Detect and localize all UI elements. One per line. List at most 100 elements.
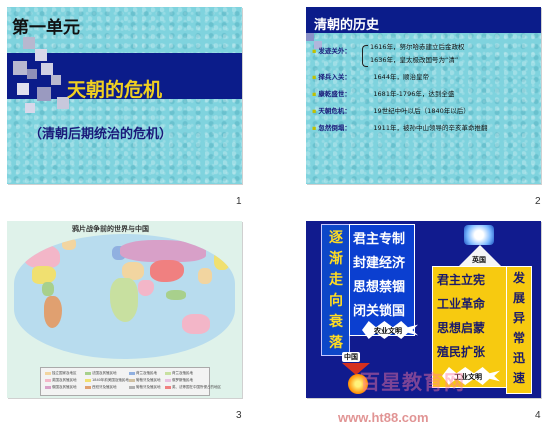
map-region (42, 282, 54, 296)
row-label: 天朝危机： (318, 107, 351, 115)
slide-thumbnail-1[interactable]: 第一单元 天朝的危机 （清朝后期统治的危机） (7, 7, 242, 184)
legend-swatch (165, 378, 171, 382)
row-detail: 1911年，被孙中山领导的辛亥革命推翻 (373, 124, 488, 132)
row-label: 忽然倒塌： (318, 124, 351, 132)
decline-box: 逐 渐 走 向 衰 落 (321, 224, 350, 356)
legend-item: 荷兰及殖民地 (129, 371, 157, 376)
glow-icon (464, 225, 494, 245)
map-region (198, 268, 212, 284)
decor-square (27, 69, 37, 79)
history-row: ▪ 择兵入关： 1644年，顺治皇帝 (312, 71, 429, 81)
decor-square (23, 37, 35, 49)
china-feature: 思想禁锢 (353, 280, 406, 295)
row-label: 康乾盛世： (318, 90, 351, 98)
legend-item: 英国及其殖民地 (45, 378, 77, 383)
legend-item: 俄国及其殖民地 (45, 385, 77, 390)
slide-thumbnail-2[interactable]: 清朝的历史 ▪ 发迹关外： 1616年，努尔哈赤建立后金政权 1636年，皇太极改… (306, 7, 541, 184)
decor-square (41, 63, 53, 75)
slide-number: 3 (236, 410, 242, 421)
legend-item: 英、法等国在中国所侵占的地区 (165, 385, 221, 390)
legend-label: 独立国家及地区 (52, 371, 77, 375)
slide-number: 1 (236, 196, 242, 207)
decor-square (35, 49, 47, 61)
legend-label: 葡萄牙及殖民地 (136, 378, 161, 382)
legend-swatch (129, 385, 135, 389)
china-feature: 封建经济 (353, 256, 406, 271)
china-features-box: 君主专制 封建经济 思想禁锢 闭关锁国 (349, 224, 415, 336)
vertical-char: 异 (512, 311, 525, 325)
map-region (32, 266, 56, 284)
map-region (166, 290, 186, 300)
world-map (14, 234, 235, 359)
vertical-char: 常 (512, 331, 525, 345)
legend-swatch (45, 371, 51, 375)
legend-item: 俄罗斯殖民地 (165, 378, 193, 383)
legend-swatch (45, 385, 51, 389)
watermark-url: www.ht88.com (338, 410, 429, 425)
legend-label: 荷兰及殖民地 (136, 371, 157, 375)
vertical-char: 展 (512, 291, 525, 305)
vertical-char: 速 (512, 371, 525, 385)
map-region (110, 278, 138, 322)
map-region (138, 280, 154, 296)
watermark-logo: 百星教育网 (360, 370, 465, 394)
map-region (44, 296, 62, 328)
legend-item: 独立国家及地区 (45, 371, 77, 376)
map-region (182, 314, 210, 334)
row-detail: 1681年-1796年，达到全盛 (373, 90, 455, 98)
legend-item: 1840年前美国及殖民地 (85, 378, 129, 383)
legend-label: 葡萄牙及殖民地 (136, 385, 161, 389)
legend-swatch (165, 371, 171, 375)
britain-feature: 工业革命 (437, 297, 486, 311)
legend-item: 荷兰及殖民地 (165, 371, 193, 376)
britain-feature: 君主立宪 (437, 273, 486, 287)
slide-1-title: 第一单元 (12, 18, 80, 38)
decor-square (17, 83, 29, 95)
row-detail: 1616年，努尔哈赤建立后金政权 (370, 43, 465, 51)
legend-item: 葡萄牙及殖民地 (129, 385, 161, 390)
china-feature: 君主专制 (353, 232, 406, 247)
legend-item: 西班牙及殖民地 (85, 385, 117, 390)
vertical-char: 衰 (329, 314, 343, 330)
map-title: 鸦片战争前的世界与中国 (72, 225, 149, 233)
history-row: ▪ 忽然倒塌： 1911年，被孙中山领导的辛亥革命推翻 (312, 122, 487, 132)
agricultural-civilization-label: 农业文明 (374, 327, 402, 335)
china-feature: 闭关锁国 (353, 304, 406, 319)
decor-square (25, 103, 35, 113)
britain-feature: 思想启蒙 (437, 321, 486, 335)
decor-square (13, 61, 27, 75)
map-region (214, 250, 230, 270)
britain-label: 英国 (472, 256, 486, 264)
legend-swatch (85, 378, 91, 382)
slide-1-main-title: 天朝的危机 (67, 79, 163, 101)
legend-swatch (45, 378, 51, 382)
vertical-char: 渐 (329, 251, 343, 267)
legend-label: 俄国及其殖民地 (52, 385, 77, 389)
slide-2-title: 清朝的历史 (314, 18, 380, 33)
rapid-development-box: 发 展 异 常 迅 速 (506, 266, 532, 394)
legend-label: 法国及其殖民地 (92, 371, 117, 375)
map-region (24, 244, 60, 268)
history-row: ▪ 康乾盛世： 1681年-1796年，达到全盛 (312, 88, 454, 98)
legend-swatch (129, 378, 135, 382)
row-detail: 1636年，皇太极改国号为“清” (370, 56, 459, 64)
vertical-char: 向 (329, 293, 343, 309)
bullet-icon: ▪ (312, 107, 317, 115)
vertical-char: 落 (329, 335, 343, 351)
bullet-icon: ▪ (312, 47, 317, 55)
map-legend: 独立国家及地区 英国及其殖民地 俄国及其殖民地 法国及其殖民地 1840年前美国… (40, 367, 221, 396)
legend-swatch (165, 385, 171, 389)
slide-1-subtitle: （清朝后期统治的危机） (29, 127, 173, 142)
slide-number: 2 (535, 196, 541, 207)
brace (362, 45, 368, 67)
china-label: 中国 (342, 352, 360, 362)
map-region (150, 260, 184, 282)
legend-label: 西班牙及殖民地 (92, 385, 117, 389)
history-row: ▪ 天朝危机： 19世纪中叶以后（1840年以后） (312, 105, 470, 115)
slide-thumbnail-3[interactable]: 鸦片战争前的世界与中国 独立国家及地区 英国及其殖民地 俄国及其殖民地 法国及其… (7, 221, 242, 398)
decor-square (37, 87, 51, 101)
legend-label: 俄罗斯殖民地 (172, 378, 193, 382)
bullet-icon: ▪ (312, 124, 317, 132)
legend-label: 1840年前美国及殖民地 (92, 378, 129, 382)
map-region (62, 238, 76, 250)
